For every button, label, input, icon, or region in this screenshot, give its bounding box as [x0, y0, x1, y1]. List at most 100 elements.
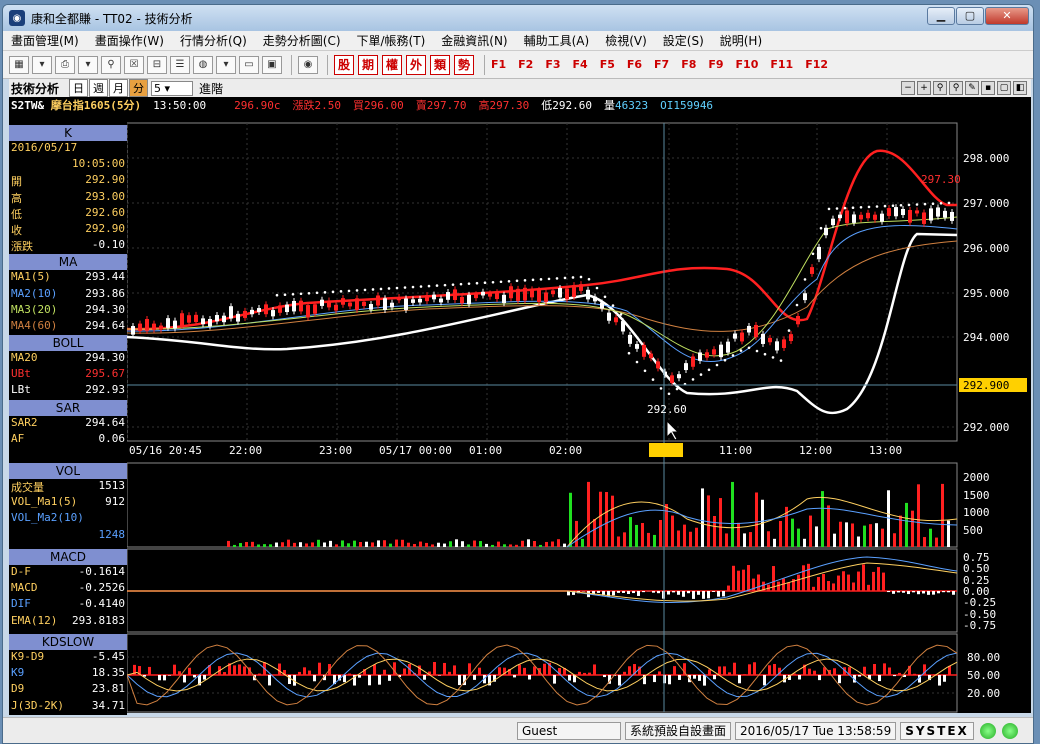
maximize-button[interactable]: ▢ — [956, 7, 984, 25]
search-icon[interactable]: ⚲ — [101, 55, 121, 74]
close-button[interactable]: ✕ — [985, 7, 1029, 25]
trend-button[interactable]: 勢 — [454, 54, 474, 75]
candle-body — [341, 298, 345, 305]
f6-button[interactable]: F6 — [627, 58, 642, 71]
print-icon[interactable]: ⎙ — [55, 55, 75, 74]
menu-finance-info[interactable]: 金融資訊(N) — [433, 32, 515, 49]
foreign-button[interactable]: 外 — [406, 54, 426, 75]
candle-body — [733, 333, 737, 339]
volume-bar — [419, 541, 422, 547]
menu-settings[interactable]: 設定(S) — [655, 32, 712, 49]
candle-body — [943, 210, 947, 218]
time-tick: 05/16 20:45 — [129, 444, 202, 457]
macd-bar — [642, 591, 645, 593]
f5-button[interactable]: F5 — [600, 58, 615, 71]
sar-dot — [859, 206, 863, 209]
f4-button[interactable]: F4 — [573, 58, 588, 71]
macd-value: -0.2526 — [78, 581, 125, 595]
macd-bar — [902, 591, 905, 593]
price-chart[interactable]: 298.000 297.000 296.000 295.000 294.000 292.0… — [127, 79, 1031, 713]
volume-bar — [671, 515, 674, 547]
candle-body — [670, 375, 674, 383]
macd-bar — [907, 591, 910, 595]
menu-view[interactable]: 檢視(V) — [597, 32, 655, 49]
kd-bar — [798, 675, 801, 680]
macd-bar — [612, 591, 615, 596]
window-title: 康和全都賺 - TT02 - 技術分析 — [31, 11, 193, 26]
candle-body — [432, 294, 436, 300]
f10-button[interactable]: F10 — [736, 58, 759, 71]
futures-button[interactable]: 期 — [358, 54, 378, 75]
sar-dot — [675, 387, 679, 391]
ma-panel-title: MA — [9, 254, 127, 271]
layout-icon[interactable]: ▦ — [9, 55, 29, 74]
f1-button[interactable]: F1 — [491, 58, 506, 71]
period-week[interactable]: 週 — [89, 79, 109, 97]
candle-body — [439, 298, 443, 303]
k-high: 293.00 — [85, 189, 125, 203]
volume-bar — [257, 544, 260, 547]
f3-button[interactable]: F3 — [545, 58, 560, 71]
candle-body — [852, 214, 856, 223]
sar-dot — [819, 226, 823, 230]
volume-bar — [923, 537, 926, 547]
volume-bar — [941, 483, 944, 547]
kd-bar — [148, 666, 151, 675]
menu-trend-chart[interactable]: 走勢分析圖(C) — [255, 32, 349, 49]
kd-panel: KDSLOW K9-D9 -5.45 K9 18.35 D9 23.81 J(3D-2… — [9, 634, 127, 715]
candle-body — [621, 321, 625, 332]
candle-body — [285, 304, 289, 313]
dropdown-icon[interactable]: ▾ — [216, 55, 236, 74]
ma4-value: 294.64 — [85, 318, 125, 332]
stock-button[interactable]: 股 — [334, 54, 354, 75]
sar-dot — [667, 392, 671, 396]
menu-order[interactable]: 下單/帳務(T) — [349, 32, 434, 49]
f8-button[interactable]: F8 — [681, 58, 696, 71]
time-tick: 23:00 — [319, 444, 352, 457]
volume-bar — [401, 539, 404, 547]
sar-panel-title: SAR — [9, 399, 127, 416]
globe-icon[interactable]: ◍ — [193, 55, 213, 74]
period-day[interactable]: 日 — [69, 79, 89, 97]
menu-help[interactable]: 說明(H) — [712, 32, 770, 49]
calc-icon[interactable]: ⊟ — [147, 55, 167, 74]
f2-button[interactable]: F2 — [518, 58, 533, 71]
ma3-value: 294.30 — [85, 302, 125, 316]
volume-bar — [395, 539, 398, 547]
volume-bar — [485, 543, 488, 547]
menu-screen-operate[interactable]: 畫面操作(W) — [87, 32, 172, 49]
menu-quote-analysis[interactable]: 行情分析(Q) — [172, 32, 255, 49]
dropdown-icon[interactable]: ▾ — [78, 55, 98, 74]
sar-dot — [835, 207, 839, 210]
f12-button[interactable]: F12 — [805, 58, 828, 71]
dropdown-icon[interactable]: ▾ — [32, 55, 52, 74]
f7-button[interactable]: F7 — [654, 58, 669, 71]
af-value: 0.06 — [98, 431, 126, 445]
minimize-button[interactable]: ▁ — [927, 7, 955, 25]
period-month[interactable]: 月 — [109, 79, 129, 97]
candle-body — [334, 304, 338, 311]
monitor-icon[interactable]: ▣ — [262, 55, 282, 74]
volume-bar — [557, 539, 560, 547]
boll-ubt: 295.67 — [85, 367, 125, 381]
menu-screen-manage[interactable]: 畫面管理(M) — [3, 32, 87, 49]
list-icon[interactable]: ☰ — [170, 55, 190, 74]
menu-tools[interactable]: 輔助工具(A) — [516, 32, 598, 49]
brand-icon[interactable]: ◉ — [298, 55, 318, 74]
macd-bar — [682, 591, 685, 597]
options-button[interactable]: 權 — [382, 54, 402, 75]
kd-bar — [258, 673, 261, 675]
status-layout[interactable]: 系統預設自設畫面 — [625, 721, 732, 740]
close-window-icon[interactable]: ☒ — [124, 55, 144, 74]
kd-bar — [438, 675, 441, 676]
volume-bar — [359, 542, 362, 547]
volume-bar — [641, 523, 644, 547]
candle-body — [838, 214, 842, 219]
d9-value: 23.81 — [91, 682, 125, 696]
category-button[interactable]: 類 — [430, 54, 450, 75]
f11-button[interactable]: F11 — [770, 58, 793, 71]
f9-button[interactable]: F9 — [708, 58, 723, 71]
volume-bar — [377, 540, 380, 547]
candle-body — [418, 298, 422, 303]
card-icon[interactable]: ▭ — [239, 55, 259, 74]
